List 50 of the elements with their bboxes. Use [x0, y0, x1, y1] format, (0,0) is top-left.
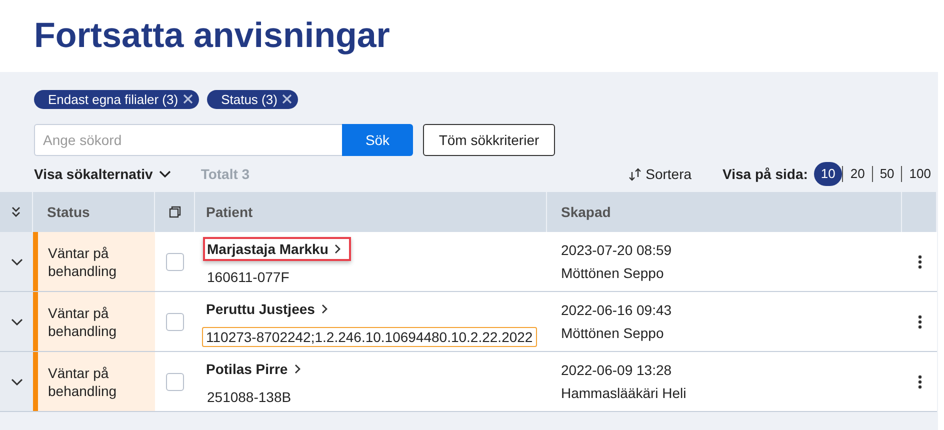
page-size-option[interactable]: 10: [814, 162, 842, 186]
patient-link[interactable]: Potilas Pirre: [204, 356, 303, 380]
patient-id: 110273-8702242;1.2.246.10.10694480.10.2.22.2022: [202, 326, 537, 346]
column-header: Patient: [206, 204, 253, 220]
row-checkbox[interactable]: [166, 252, 184, 270]
search-field[interactable]: Ange sökord: [34, 124, 342, 156]
row-checkbox[interactable]: [166, 312, 184, 330]
total-count: Totalt 3: [200, 166, 250, 182]
patient-link[interactable]: Marjastaja Markku: [203, 236, 352, 260]
column-header: Skapad: [561, 204, 611, 220]
page-size-option[interactable]: 20: [843, 162, 872, 186]
collapse-all-icon[interactable]: [11, 206, 21, 218]
page-size-option[interactable]: 100: [902, 162, 938, 186]
chevron-right-icon: [320, 304, 328, 314]
creator-name: Möttönen Seppo: [561, 324, 665, 342]
page-size-option[interactable]: 50: [872, 162, 902, 186]
sort-button[interactable]: Sortera: [628, 166, 692, 182]
chevron-down-icon: [158, 170, 171, 178]
close-icon[interactable]: [183, 94, 194, 104]
more-icon[interactable]: [918, 374, 922, 388]
sort-icon: [628, 168, 642, 180]
patient-link[interactable]: Peruttu Justjees: [204, 296, 330, 320]
chevron-right-icon: [294, 364, 301, 374]
close-icon[interactable]: [282, 94, 292, 104]
filter-chip[interactable]: Endast egna filialer (3): [34, 90, 200, 108]
search-options-toggle[interactable]: Visa sökalternativ: [34, 166, 171, 182]
chevron-down-icon[interactable]: [10, 378, 22, 386]
created-date: 2023-07-20 08:59: [561, 242, 673, 258]
copy-icon[interactable]: [168, 206, 180, 218]
search-button[interactable]: Sök: [342, 124, 413, 156]
status-text: Väntar på behandling: [48, 304, 118, 340]
chevron-down-icon[interactable]: [10, 318, 22, 326]
page-title: Fortsatta anvisningar: [34, 16, 390, 56]
patient-id: 160611-077F: [206, 268, 290, 286]
creator-name: Möttönen Seppo: [561, 264, 665, 282]
page-size-label: Visa på sida:: [722, 166, 808, 182]
chevron-down-icon[interactable]: [10, 258, 22, 266]
more-icon[interactable]: [918, 254, 922, 268]
status-text: Väntar på behandling: [48, 244, 118, 280]
creator-name: Hammaslääkäri Heli: [561, 384, 688, 402]
created-date: 2022-06-09 13:28: [561, 362, 673, 378]
more-icon[interactable]: [918, 314, 922, 328]
clear-button[interactable]: Töm sökkriterier: [423, 124, 555, 156]
column-header: Status: [47, 204, 90, 220]
created-date: 2022-06-16 09:43: [561, 302, 673, 318]
chevron-right-icon: [334, 244, 342, 254]
row-checkbox[interactable]: [166, 372, 184, 390]
patient-id: 251088-138B: [206, 388, 292, 406]
filter-chip[interactable]: Status (3): [207, 90, 298, 108]
status-text: Väntar på behandling: [48, 364, 118, 400]
